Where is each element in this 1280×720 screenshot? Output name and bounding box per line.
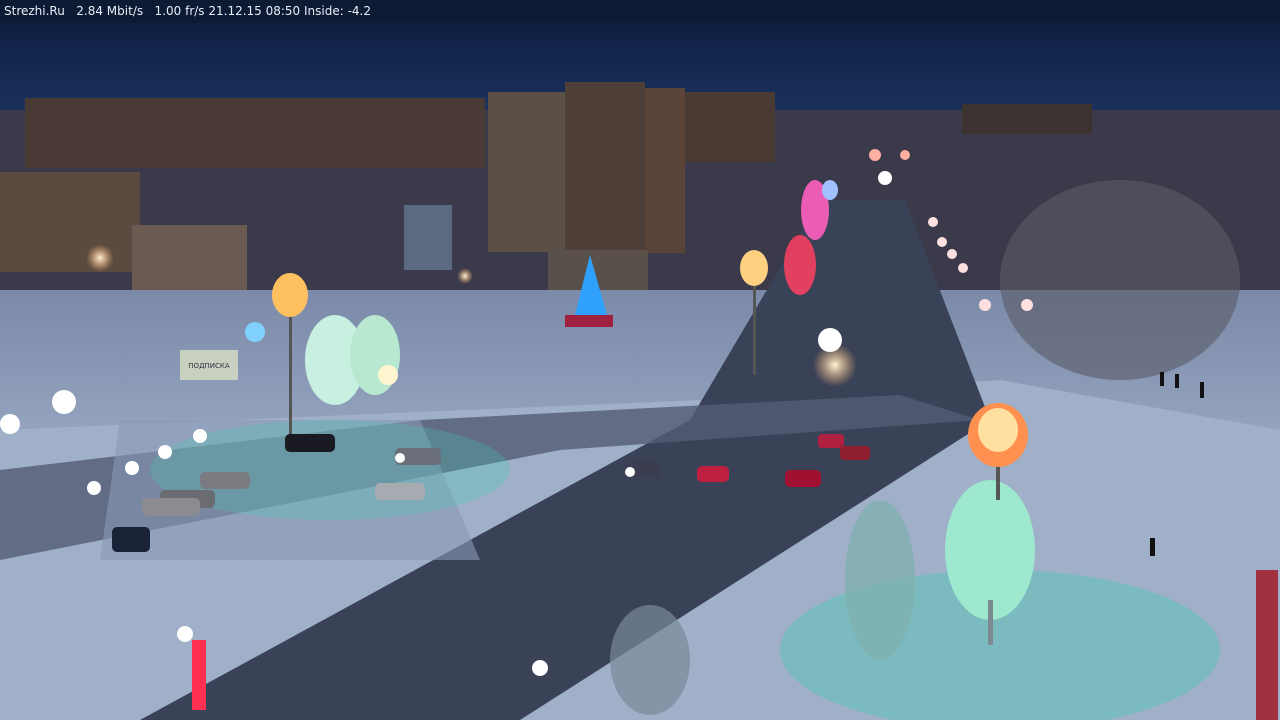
christmas-tree-base — [565, 315, 613, 327]
billboard-text: ПОДПИСКА — [188, 362, 230, 370]
camera-info-overlay: Strezhi.Ru 2.84 Mbit/s 1.00 fr/s 21.12.1… — [0, 0, 1280, 23]
webcam-scene: ПОДПИСКА Strezhi.Ru 2.84 Mbit/s 1.00 fr/… — [0, 0, 1280, 720]
street-scene-illustration: ПОДПИСКА — [0, 0, 1280, 720]
